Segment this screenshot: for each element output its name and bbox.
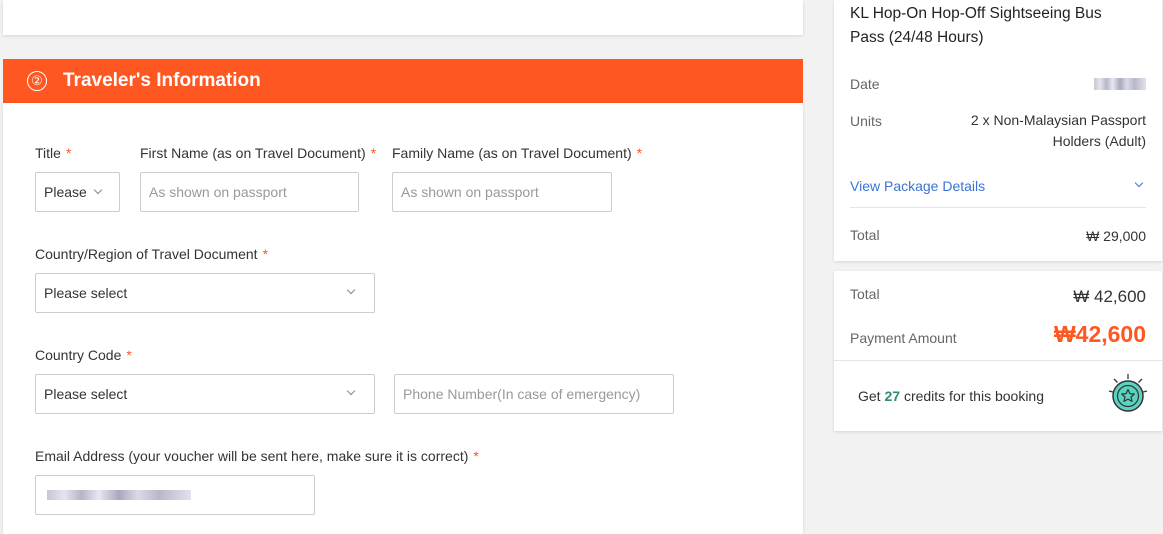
first-name-input[interactable]: As shown on passport — [140, 172, 359, 212]
order-summary-card: KL Hop-On Hop-Off Sightseeing Bus Pass (… — [834, 0, 1162, 261]
chevron-down-icon — [346, 386, 356, 396]
section-title: Traveler's Information — [63, 70, 261, 91]
redacted-date-value — [1094, 78, 1146, 90]
title-label: Title * — [35, 145, 72, 161]
chevron-down-icon — [93, 185, 103, 195]
traveler-info-header: ② Traveler's Information — [3, 59, 803, 103]
family-name-label: Family Name (as on Travel Document) * — [392, 145, 643, 161]
phone-number-input[interactable]: Phone Number(In case of emergency) — [394, 374, 674, 414]
redacted-email-value — [47, 490, 191, 500]
country-code-label: Country Code * — [35, 347, 132, 363]
traveler-form: Title * Please First Name (as on Travel D… — [3, 103, 803, 534]
units-value: 2 x Non-Malaysian Passport Holders (Adul… — [970, 112, 1146, 149]
payment-total-value: ₩ 42,600 — [1073, 287, 1146, 306]
payment-amount-label: Payment Amount — [850, 330, 957, 346]
step-number: ② — [27, 71, 47, 91]
divider — [834, 360, 1162, 361]
family-name-input[interactable]: As shown on passport — [392, 172, 612, 212]
chevron-down-icon — [346, 285, 356, 295]
total-label: Total — [850, 227, 880, 243]
units-label: Units — [850, 113, 882, 129]
total-value: ₩ 29,000 — [1086, 228, 1146, 244]
view-package-details-link[interactable]: View Package Details — [850, 178, 985, 194]
star-medal-icon — [1108, 374, 1148, 412]
title-select[interactable]: Please — [35, 172, 120, 212]
chevron-down-icon[interactable] — [1134, 178, 1144, 188]
product-title: KL Hop-On Hop-Off Sightseeing Bus Pass (… — [850, 5, 1102, 46]
payment-summary-card: Total ₩ 42,600 Payment Amount ₩42,600 Ge… — [834, 271, 1162, 431]
email-input[interactable] — [35, 475, 315, 515]
payment-amount-value: ₩42,600 — [1053, 321, 1146, 347]
divider — [850, 207, 1146, 208]
country-code-select[interactable]: Please select — [35, 374, 375, 414]
email-label: Email Address (your voucher will be sent… — [35, 448, 479, 464]
country-doc-label: Country/Region of Travel Document * — [35, 246, 269, 262]
first-name-label: First Name (as on Travel Document) * — [140, 145, 377, 161]
date-label: Date — [850, 76, 880, 92]
previous-section-card — [3, 0, 803, 35]
credits-info: Get 27 credits for this booking — [858, 388, 1045, 404]
country-doc-select[interactable]: Please select — [35, 273, 375, 313]
payment-total-label: Total — [850, 286, 880, 302]
